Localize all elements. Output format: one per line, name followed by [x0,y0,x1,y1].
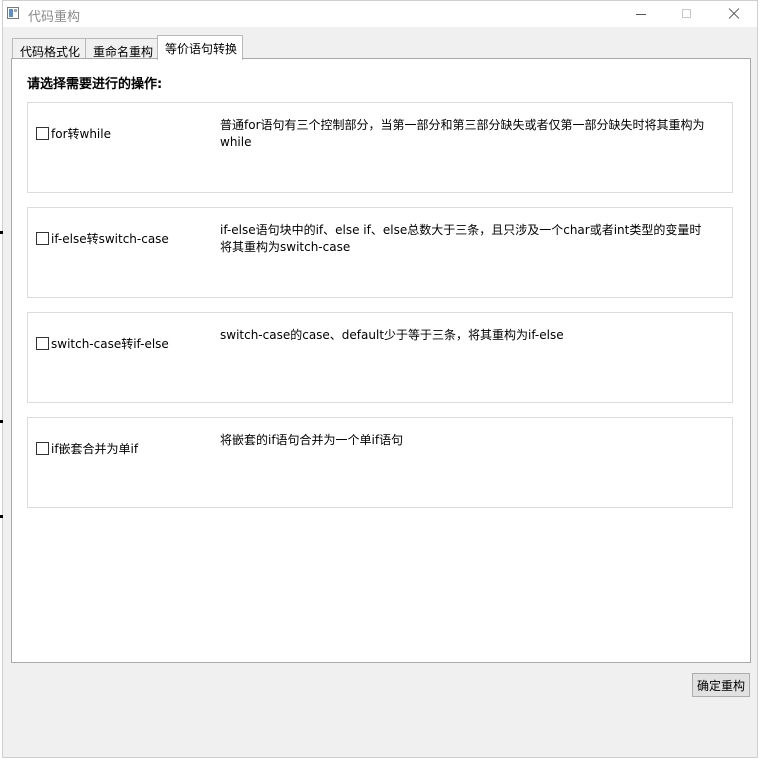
close-icon[interactable] [710,1,756,27]
option-description: 普通for语句有三个控制部分，当第一部分和第三部分缺失或者仅第一部分缺失时将其重… [220,118,705,149]
app-icon [7,7,19,19]
option-group-ifelse-switch: if-else转switch-case if-else语句块中的if、else … [27,207,733,298]
window-title: 代码重构 [28,10,81,25]
option-label: if-else转switch-case [51,232,169,246]
title-bar: 代码重构 [3,1,757,27]
ifelse-to-switch-checkbox[interactable]: if-else转switch-case [36,230,169,247]
confirm-refactor-button[interactable]: 确定重构 [692,673,750,697]
edge-mark [0,515,3,518]
checkbox-box[interactable] [36,127,49,140]
option-description: 将嵌套的if语句合并为一个单if语句 [220,433,404,447]
tab-rename-refactor[interactable]: 重命名重构 [85,38,160,59]
tab-panel: 请选择需要进行的操作: for转while 普通for语句有三个控制部分，当第一… [11,58,751,663]
option-description: switch-case的case、default少于等于三条，将其重构为if-e… [220,328,564,342]
option-description: if-else语句块中的if、else if、else总数大于三条，且只涉及一个… [220,223,702,254]
maximize-icon[interactable] [664,1,710,27]
checkbox-box[interactable] [36,337,49,350]
nested-if-merge-checkbox[interactable]: if嵌套合并为单if [36,440,138,457]
switch-to-ifelse-checkbox[interactable]: switch-case转if-else [36,335,169,352]
option-label: for转while [51,127,111,141]
minimize-icon[interactable] [618,1,664,27]
option-group-switch-ifelse: switch-case转if-else switch-case的case、def… [27,312,733,403]
edge-mark [0,231,3,234]
app-window: 代码重构 代码格式化 重命名重构 等价语句转换 请选择需要进行的操作: for转… [2,0,758,758]
tab-equivalent-statement[interactable]: 等价语句转换 [157,35,244,60]
option-group-nested-if: if嵌套合并为单if 将嵌套的if语句合并为一个单if语句 [27,417,733,508]
option-label: if嵌套合并为单if [51,442,139,456]
checkbox-box[interactable] [36,232,49,245]
panel-heading: 请选择需要进行的操作: [27,77,163,92]
option-label: switch-case转if-else [51,337,169,351]
for-to-while-checkbox[interactable]: for转while [36,125,111,142]
checkbox-box[interactable] [36,442,49,455]
tab-code-format[interactable]: 代码格式化 [12,38,87,59]
edge-mark [0,420,3,423]
option-group-for-while: for转while 普通for语句有三个控制部分，当第一部分和第三部分缺失或者仅… [27,102,733,193]
